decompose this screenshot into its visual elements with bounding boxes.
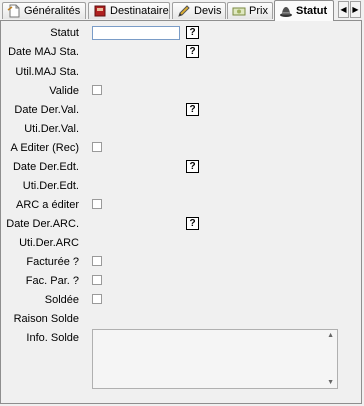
scroll-down-icon[interactable]: ▼ xyxy=(327,379,334,386)
date-der-edt-help-button[interactable]: ? xyxy=(186,160,199,173)
date-der-val-help-button[interactable]: ? xyxy=(186,103,199,116)
statut-label: Statut xyxy=(50,27,79,39)
a-editer-rec-label: A Editer (Rec) xyxy=(10,142,79,154)
raison-solde-label: Raison Solde xyxy=(13,313,79,325)
statut-input[interactable] xyxy=(92,26,180,40)
fac-par-label: Fac. Par. ? xyxy=(25,275,79,287)
uti-der-edt-label: Uti.Der.Edt. xyxy=(22,180,79,192)
valide-label: Valide xyxy=(49,85,79,97)
arc-a-editer-label: ARC a éditer xyxy=(16,199,79,211)
uti-der-arc-label: Uti.Der.ARC xyxy=(19,237,79,249)
date-maj-sta-help-button[interactable]: ? xyxy=(186,45,199,58)
uti-der-val-label: Uti.Der.Val. xyxy=(24,123,79,135)
book-icon xyxy=(93,4,107,18)
util-maj-sta-label: Util.MAJ Sta. xyxy=(15,66,79,78)
soldee-label: Soldée xyxy=(44,294,79,306)
scroll-up-icon[interactable]: ▲ xyxy=(327,332,334,339)
price-icon xyxy=(232,4,246,18)
tab-statut[interactable]: Statut xyxy=(274,0,334,21)
tab-label: Prix xyxy=(249,5,268,17)
tab-label: Généralités xyxy=(24,5,81,17)
tab-label: Devis xyxy=(194,5,222,17)
tab-scroll-left-button[interactable]: ◀ xyxy=(338,1,349,18)
facturee-checkbox[interactable] xyxy=(92,256,102,266)
tab-label: Statut xyxy=(296,5,328,17)
fac-par-checkbox[interactable] xyxy=(92,275,102,285)
facturee-label: Facturée ? xyxy=(26,256,79,268)
date-der-edt-label: Date Der.Edt. xyxy=(12,161,79,173)
valide-checkbox[interactable] xyxy=(92,85,102,95)
date-der-arc-help-button[interactable]: ? xyxy=(186,217,199,230)
tab-devis[interactable]: Devis xyxy=(172,2,226,19)
tab-destinataire[interactable]: Destinataire xyxy=(88,2,170,19)
arrow-right-icon: ▶ xyxy=(352,5,359,14)
statut-help-button[interactable]: ? xyxy=(186,26,199,39)
arrow-left-icon: ◀ xyxy=(340,5,347,14)
tab-scroll-right-button[interactable]: ▶ xyxy=(350,1,361,18)
date-der-arc-label: Date Der.ARC. xyxy=(6,218,79,230)
soldee-checkbox[interactable] xyxy=(92,294,102,304)
tab-bar: Généralités Destinataire Devis Prix Stat… xyxy=(0,0,364,21)
pencil-icon xyxy=(177,4,191,18)
tab-prix[interactable]: Prix xyxy=(227,2,273,19)
tab-generalites[interactable]: Généralités xyxy=(2,2,86,19)
a-editer-rec-checkbox[interactable] xyxy=(92,142,102,152)
arc-a-editer-checkbox[interactable] xyxy=(92,199,102,209)
tab-label: Destinataire xyxy=(110,5,169,17)
date-der-val-label: Date Der.Val. xyxy=(14,104,79,116)
info-solde-label: Info. Solde xyxy=(26,332,79,344)
date-maj-sta-label: Date MAJ Sta. xyxy=(8,46,79,58)
document-icon xyxy=(7,4,21,18)
hat-icon xyxy=(279,4,293,18)
info-solde-textarea[interactable]: ▲ ▼ xyxy=(92,329,338,389)
